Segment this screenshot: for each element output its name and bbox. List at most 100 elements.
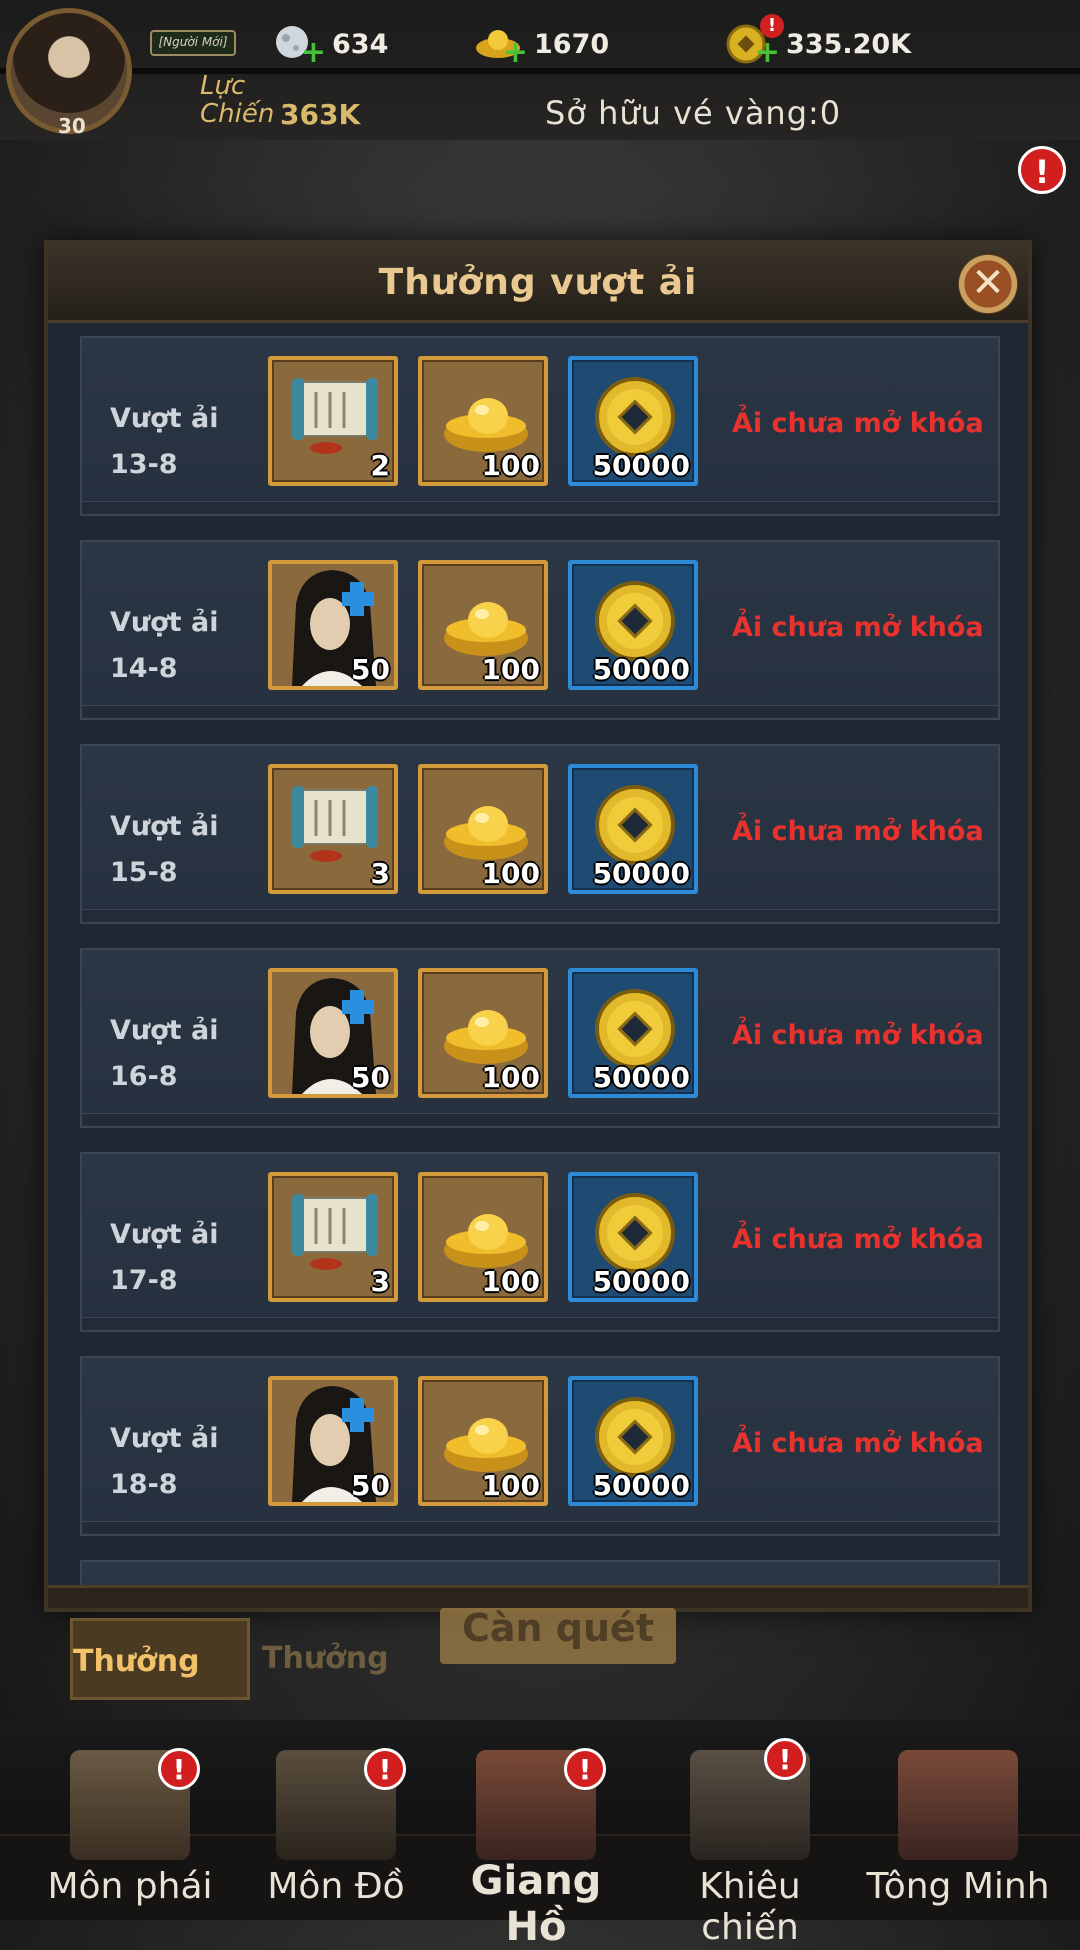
combat-power-value: 363K <box>280 98 361 131</box>
newbie-badge: [Người Mới] <box>150 30 236 56</box>
reward-item-scroll[interactable]: 3 <box>268 764 398 894</box>
resource-coin[interactable]: + ! 335.20K <box>726 14 911 68</box>
reward-quantity: 3 <box>370 1265 390 1298</box>
stage-locked-status: Ải chưa mở khóa <box>732 612 984 643</box>
event-alert-icon[interactable]: ! <box>1018 146 1066 194</box>
stage-label-prefix: Vượt ải <box>110 403 219 434</box>
reward-quantity: 50000 <box>592 653 690 686</box>
stage-label: Vượt ải 13-8 <box>110 396 218 488</box>
reward-row: Vượt ải 13-8 2 100 50000 Ải chưa mở khóa <box>80 336 1000 516</box>
reward-quantity: 100 <box>481 1265 540 1298</box>
sweep-button[interactable]: Càn quét <box>440 1608 676 1664</box>
reward-quantity: 100 <box>481 1469 540 1502</box>
reward-quantity: 50000 <box>592 449 690 482</box>
tab-sweep-reward[interactable]: Thưởng càn qu <box>262 1618 452 1758</box>
reward-quantity: 50000 <box>592 1469 690 1502</box>
stage-number: 15-8 <box>110 857 178 888</box>
reward-quantity: 50000 <box>592 1265 690 1298</box>
nav-sect[interactable]: ! Môn phái <box>30 1740 230 1920</box>
stage-label-prefix: Vượt ải <box>110 811 219 842</box>
stage-label-prefix: Vượt ải <box>110 1015 219 1046</box>
nav-alliance[interactable]: Tông Minh <box>858 1740 1058 1920</box>
gold-ticket-count: Sở hữu vé vàng:0 <box>545 94 842 132</box>
reward-item-ingot[interactable]: 100 <box>418 968 548 1098</box>
reward-list[interactable]: Vượt ải 13-8 2 100 50000 Ải chưa mở khóa Vượt … <box>80 336 1000 1592</box>
stage-number: 13-8 <box>110 449 178 480</box>
stage-locked-status: Ải chưa mở khóa <box>732 1020 984 1051</box>
reward-item-coin[interactable]: 50000 <box>568 968 698 1098</box>
reward-row: Vượt ải 17-8 3 100 50000 Ải chưa mở khóa <box>80 1152 1000 1332</box>
nav-jianghu[interactable]: ! Giang Hồ <box>436 1740 636 1950</box>
ingot-value: 1670 <box>534 28 610 60</box>
nav-sect-label: Môn phái <box>47 1866 213 1907</box>
reward-item-ingot[interactable]: 100 <box>418 1376 548 1506</box>
stage-locked-status: Ải chưa mở khóa <box>732 816 984 847</box>
reward-quantity: 3 <box>370 857 390 890</box>
alliance-scroll-icon <box>898 1750 1018 1860</box>
reward-item-coin[interactable]: 50000 <box>568 1172 698 1302</box>
nav-disciples[interactable]: ! Môn Đồ <box>236 1740 436 1920</box>
reward-quantity: 2 <box>370 449 390 482</box>
reward-row: Vượt ải 16-8 50 100 50000 Ải chưa mở khóa <box>80 948 1000 1128</box>
nav-jianghu-label: Giang Hồ <box>470 1858 602 1950</box>
nav-alliance-label: Tông Minh <box>866 1866 1050 1907</box>
reward-item-ingot[interactable]: 100 <box>418 764 548 894</box>
reward-item-ingot[interactable]: 100 <box>418 1172 548 1302</box>
reward-item-hero[interactable]: 50 <box>268 560 398 690</box>
modal-title: Thưởng vượt ải <box>378 262 698 303</box>
nav-disciples-alert-icon: ! <box>364 1748 406 1790</box>
modal-footer <box>48 1585 1028 1608</box>
top-bar: 30 [Người Mới] + 634 + 1670 + ! 335.20K … <box>0 0 1080 140</box>
reward-quantity: 50 <box>351 653 390 686</box>
close-icon: ✕ <box>971 260 1005 306</box>
stage-number: 17-8 <box>110 1265 178 1296</box>
reward-item-hero[interactable]: 50 <box>268 1376 398 1506</box>
reward-item-scroll[interactable]: 2 <box>268 356 398 486</box>
stage-label: Vượt ải 16-8 <box>110 1008 218 1100</box>
reward-item-hero[interactable]: 50 <box>268 968 398 1098</box>
stage-label: Vượt ải 15-8 <box>110 804 218 896</box>
nav-jianghu-alert-icon: ! <box>564 1748 606 1790</box>
stage-label-prefix: Vượt ải <box>110 1219 219 1250</box>
stage-label: Vượt ải 18-8 <box>110 1416 218 1508</box>
reward-quantity: 50000 <box>592 857 690 890</box>
nav-challenge-label: Khiêu chiến <box>699 1866 801 1948</box>
reward-item-ingot[interactable]: 100 <box>418 560 548 690</box>
coin-alert-icon: ! <box>760 14 784 38</box>
reward-quantity: 100 <box>481 653 540 686</box>
reward-item-coin[interactable]: 50000 <box>568 560 698 690</box>
reward-item-coin[interactable]: 50000 <box>568 764 698 894</box>
close-button[interactable]: ✕ <box>958 254 1018 314</box>
stage-number: 18-8 <box>110 1469 178 1500</box>
stage-reward-modal: Thưởng vượt ải ✕ Vượt ải 13-8 2 100 50000 Ải … <box>44 240 1032 1612</box>
reward-item-coin[interactable]: 50000 <box>568 1376 698 1506</box>
reward-item-ingot[interactable]: 100 <box>418 356 548 486</box>
stage-number: 14-8 <box>110 653 178 684</box>
reward-quantity: 100 <box>481 1061 540 1094</box>
nav-sect-alert-icon: ! <box>158 1748 200 1790</box>
reward-quantity: 50 <box>351 1469 390 1502</box>
stage-locked-status: Ải chưa mở khóa <box>732 1224 984 1255</box>
stage-label-prefix: Vượt ải <box>110 1423 219 1454</box>
nav-challenge[interactable]: ! Khiêu chiến <box>650 1738 850 1948</box>
resource-jade[interactable]: + 634 <box>272 22 389 68</box>
resource-ingot[interactable]: + 1670 <box>474 22 610 68</box>
stage-locked-status: Ải chưa mở khóa <box>732 1428 984 1459</box>
tab-stage-reward[interactable]: Thưởng vượt <box>70 1618 250 1761</box>
stage-label: Vượt ải 14-8 <box>110 600 218 692</box>
reward-quantity: 50 <box>351 1061 390 1094</box>
player-level: 30 <box>58 114 86 138</box>
reward-row: Vượt ải 15-8 3 100 50000 Ải chưa mở khóa <box>80 744 1000 924</box>
reward-row: Vượt ải 14-8 50 100 50000 Ải chưa mở khóa <box>80 540 1000 720</box>
jade-moon-icon: + <box>272 22 326 68</box>
reward-item-scroll[interactable]: 3 <box>268 1172 398 1302</box>
stage-label-prefix: Vượt ải <box>110 607 219 638</box>
coin-icon: + ! <box>726 14 784 68</box>
jade-value: 634 <box>332 28 389 60</box>
stage-label: Vượt ải 17-8 <box>110 1212 218 1304</box>
top-bar-divider <box>0 68 1080 74</box>
reward-quantity: 100 <box>481 857 540 890</box>
nav-disciples-label: Môn Đồ <box>267 1866 405 1907</box>
stage-number: 16-8 <box>110 1061 178 1092</box>
reward-item-coin[interactable]: 50000 <box>568 356 698 486</box>
